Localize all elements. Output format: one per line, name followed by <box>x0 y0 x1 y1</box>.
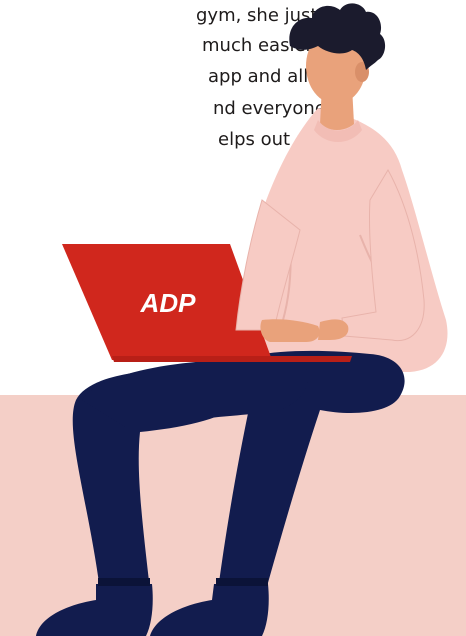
laptop-base <box>112 356 352 362</box>
shoe-right <box>150 584 269 636</box>
person-with-laptop-illustration: ADP <box>36 3 448 636</box>
sock-right <box>216 578 268 586</box>
shoe-left <box>36 584 153 636</box>
sock-left <box>98 578 150 586</box>
adp-logo: ADP <box>140 288 197 318</box>
